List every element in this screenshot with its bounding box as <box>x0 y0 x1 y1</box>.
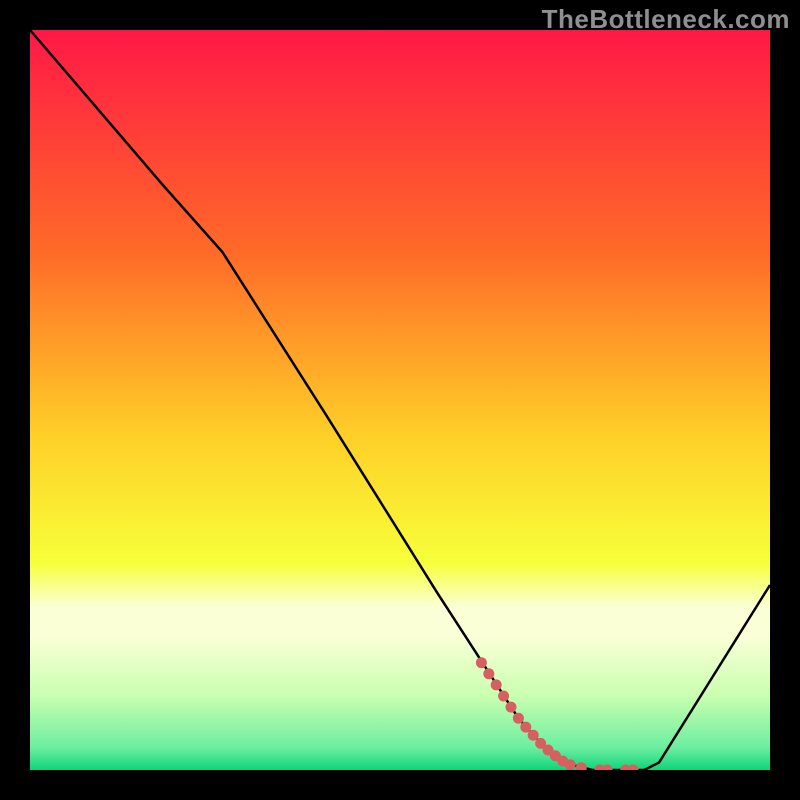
optimal-dot <box>491 679 502 690</box>
chart-frame: TheBottleneck.com <box>0 0 800 800</box>
optimal-dot <box>513 713 524 724</box>
optimal-dot <box>476 657 487 668</box>
optimal-dot <box>506 702 517 713</box>
optimal-dot <box>565 759 576 770</box>
plot-area <box>30 30 770 770</box>
optimal-dot <box>528 730 539 741</box>
plot-svg <box>30 30 770 770</box>
optimal-dot <box>498 691 509 702</box>
plot-background <box>30 30 770 770</box>
optimal-dot <box>520 722 531 733</box>
optimal-dot <box>483 668 494 679</box>
